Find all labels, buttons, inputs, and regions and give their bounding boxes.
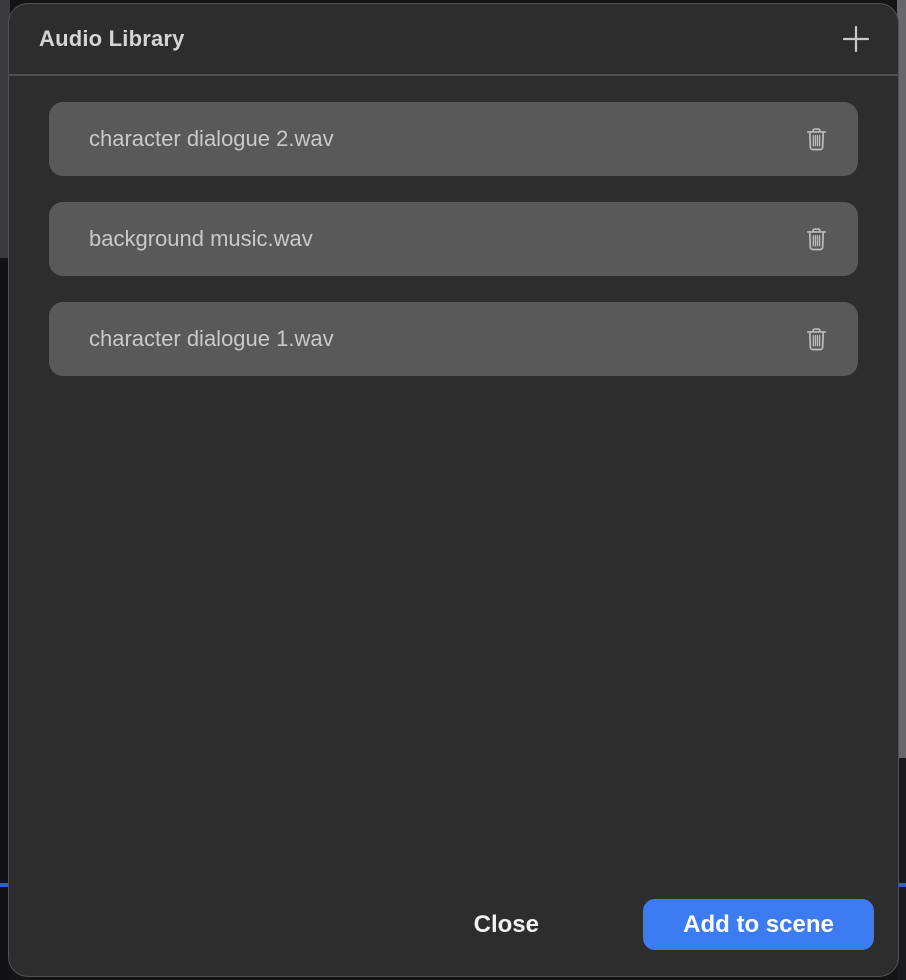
trash-icon bbox=[806, 227, 826, 250]
trash-icon bbox=[806, 327, 826, 350]
delete-audio-button[interactable] bbox=[798, 221, 834, 257]
audio-list-item[interactable]: background music.wav bbox=[49, 202, 858, 276]
audio-filename: character dialogue 1.wav bbox=[89, 326, 334, 351]
audio-library-dialog: Audio Library character dialogue 2.wav b… bbox=[8, 3, 899, 977]
audio-list-item[interactable]: character dialogue 2.wav bbox=[49, 102, 858, 176]
trash-icon bbox=[806, 127, 826, 150]
add-to-scene-button[interactable]: Add to scene bbox=[643, 899, 874, 950]
audio-list-item[interactable]: character dialogue 1.wav bbox=[49, 302, 858, 376]
dialog-header: Audio Library bbox=[9, 4, 898, 74]
delete-audio-button[interactable] bbox=[798, 321, 834, 357]
close-button[interactable]: Close bbox=[474, 911, 539, 939]
dialog-footer: Close Add to scene bbox=[9, 899, 898, 976]
audio-filename: character dialogue 2.wav bbox=[89, 126, 334, 151]
delete-audio-button[interactable] bbox=[798, 121, 834, 157]
plus-icon bbox=[842, 25, 870, 53]
audio-list: character dialogue 2.wav background musi… bbox=[9, 76, 898, 376]
dialog-title: Audio Library bbox=[39, 26, 185, 51]
audio-filename: background music.wav bbox=[89, 226, 313, 251]
add-audio-button[interactable] bbox=[838, 21, 874, 57]
